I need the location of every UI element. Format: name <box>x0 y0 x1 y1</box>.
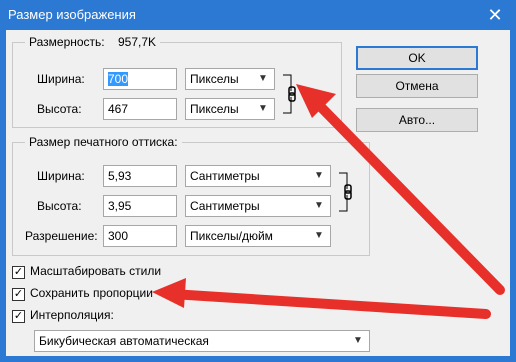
image-size-dialog: Размер изображения ✕ Размерность: 957,7K… <box>0 0 516 362</box>
annotation-arrow-proportions <box>152 278 491 319</box>
annotation-arrows <box>152 84 505 319</box>
annotation-arrow-chain <box>296 84 505 295</box>
